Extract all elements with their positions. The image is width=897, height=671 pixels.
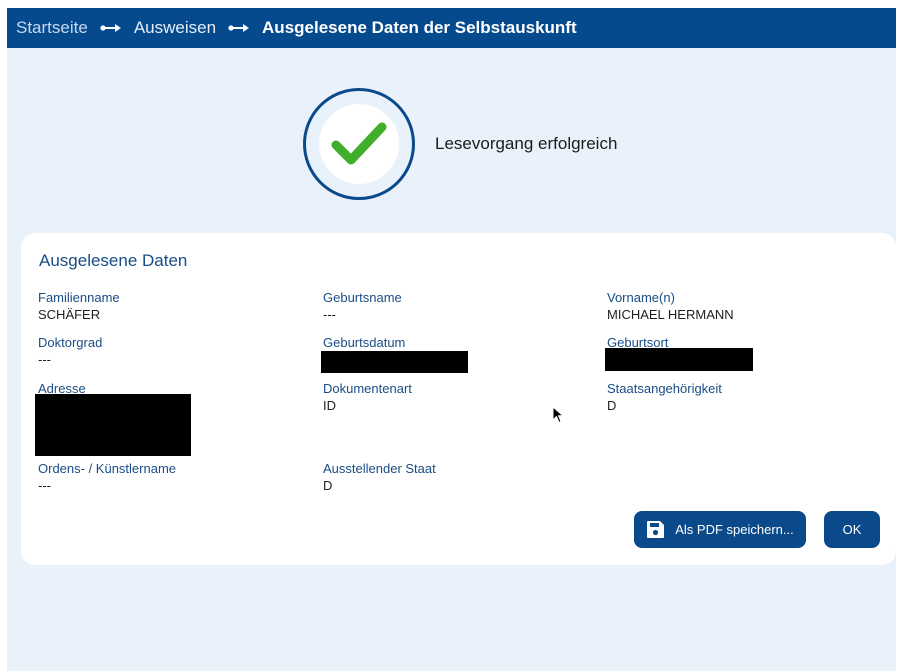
field-label: Doktorgrad	[38, 335, 103, 350]
floppy-disk-icon	[647, 521, 665, 538]
field-value: ---	[323, 307, 336, 322]
status-message: Lesevorgang erfolgreich	[435, 134, 618, 153]
read-status: Lesevorgang erfolgreich	[303, 88, 617, 200]
field-value: SCHÄFER	[38, 307, 101, 322]
redacted-birthplace	[605, 348, 753, 371]
read-data-card: Ausgelesene Daten Familienname SCHÄFER D…	[21, 233, 896, 565]
field-value: MICHAEL HERMANN	[607, 307, 734, 322]
breadcrumb-current: Ausgelesene Daten der Selbstauskunft	[262, 18, 577, 37]
save-pdf-button[interactable]: Als PDF speichern...	[634, 511, 806, 548]
field-vorname: Vorname(n) MICHAEL HERMANN	[607, 289, 734, 323]
breadcrumb: Startseite Ausweisen Ausgelesene Daten d…	[7, 8, 896, 48]
field-value: ID	[323, 398, 336, 413]
field-label: Dokumentenart	[323, 381, 412, 396]
field-geburtsname: Geburtsname ---	[323, 289, 402, 323]
app-window: Startseite Ausweisen Ausgelesene Daten d…	[7, 8, 896, 671]
field-label: Vorname(n)	[607, 290, 675, 305]
breadcrumb-ausweisen[interactable]: Ausweisen	[134, 18, 216, 38]
ok-button[interactable]: OK	[824, 511, 880, 548]
ok-label: OK	[842, 522, 862, 537]
redacted-birthdate	[321, 351, 468, 373]
save-pdf-label: Als PDF speichern...	[675, 522, 794, 537]
field-label: Geburtsdatum	[323, 335, 406, 350]
success-badge	[303, 88, 415, 200]
field-ausstellender-staat: Ausstellender Staat D	[323, 460, 436, 494]
field-value: ---	[38, 478, 51, 493]
field-ordensname: Ordens- / Künstlername ---	[38, 460, 176, 494]
arrow-right-icon	[228, 24, 250, 32]
redacted-address	[35, 394, 191, 456]
field-familienname: Familienname SCHÄFER	[38, 289, 120, 323]
field-label: Ordens- / Künstlername	[38, 461, 177, 476]
field-value: D	[323, 478, 333, 493]
card-title: Ausgelesene Daten	[39, 251, 188, 270]
mouse-pointer-icon	[552, 406, 564, 424]
field-doktorgrad: Doktorgrad ---	[38, 334, 102, 368]
breadcrumb-startseite[interactable]: Startseite	[16, 18, 88, 38]
field-geburtsdatum: Geburtsdatum	[323, 334, 405, 351]
field-value: D	[607, 398, 617, 413]
field-value: ---	[38, 352, 51, 367]
field-label: Ausstellender Staat	[323, 461, 436, 476]
checkmark-icon	[331, 122, 387, 165]
field-label: Geburtsname	[323, 290, 402, 305]
field-dokumentenart: Dokumentenart ID	[323, 380, 412, 414]
arrow-right-icon	[100, 24, 121, 32]
field-staatsangehoerigkeit: Staatsangehörigkeit D	[607, 380, 722, 414]
field-label: Familienname	[38, 290, 120, 305]
field-label: Staatsangehörigkeit	[607, 381, 722, 396]
